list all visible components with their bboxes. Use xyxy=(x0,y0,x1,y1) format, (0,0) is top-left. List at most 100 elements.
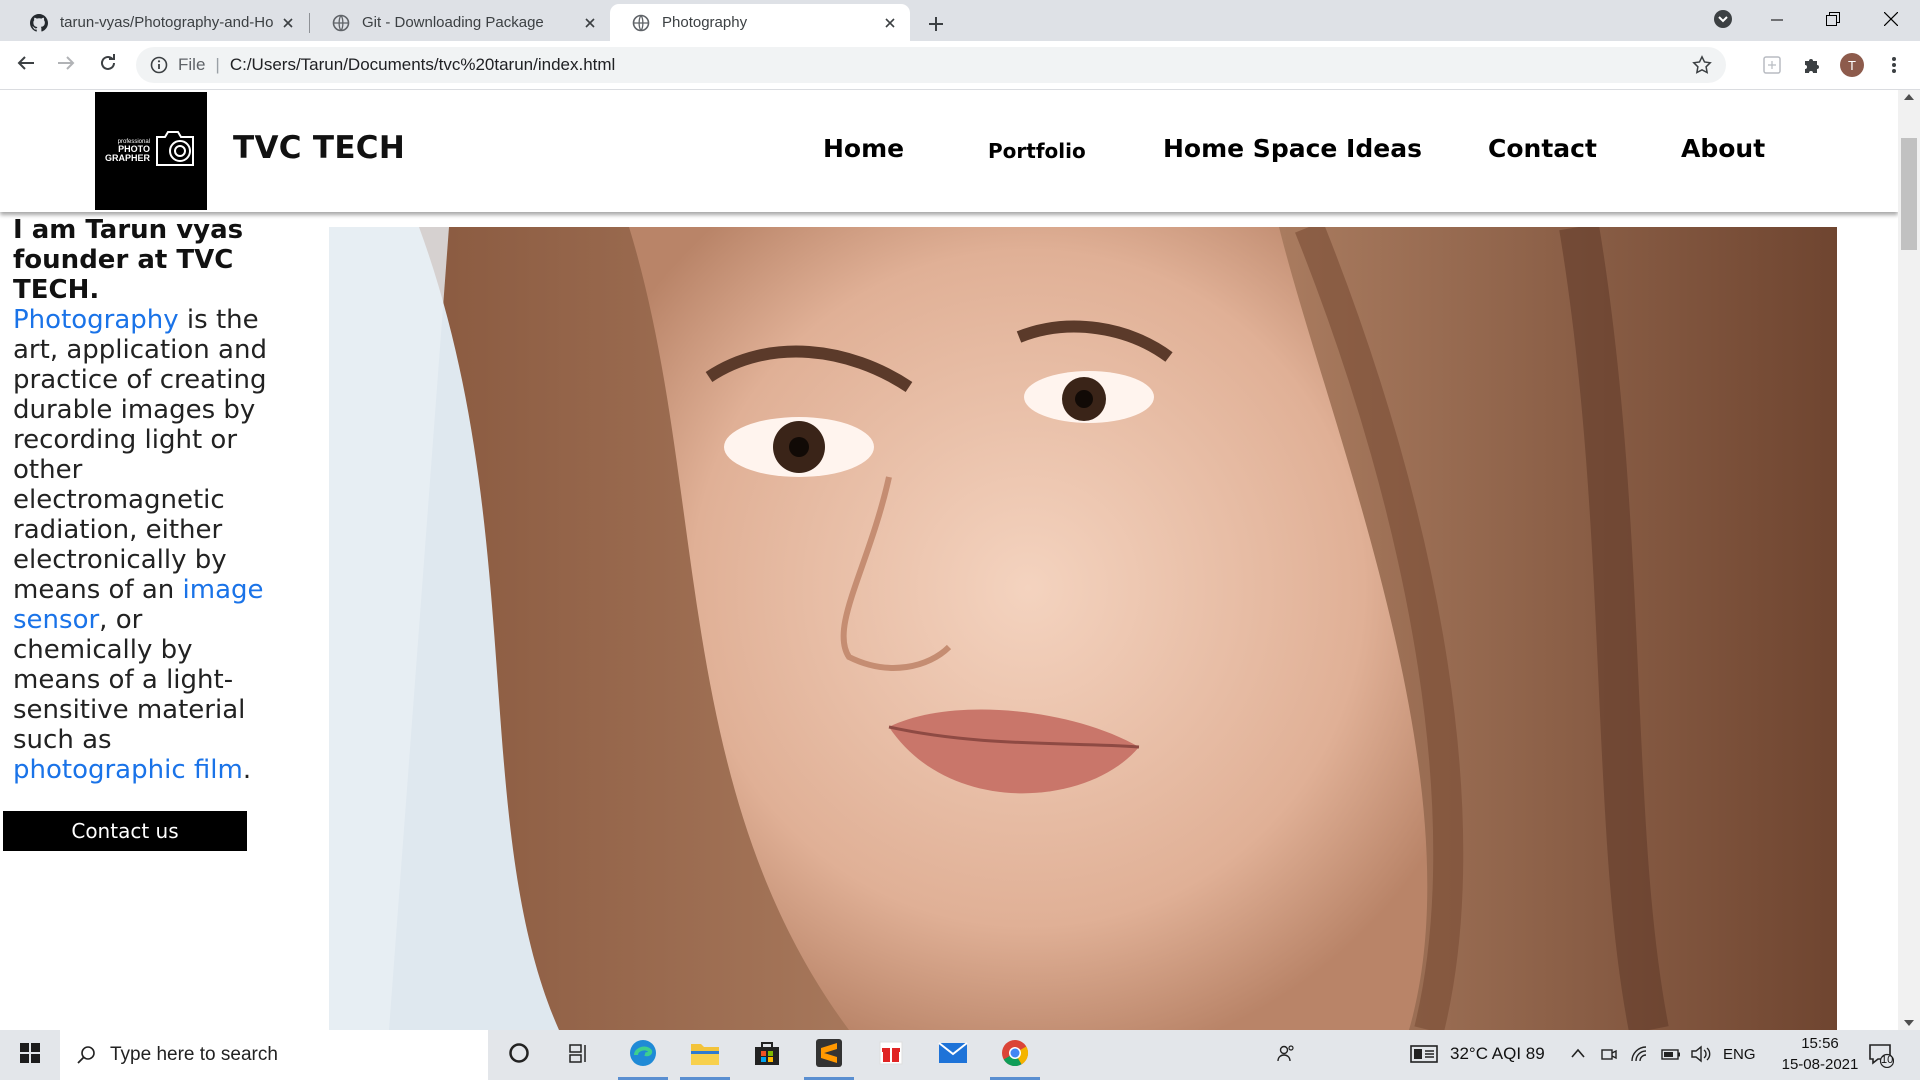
menu-dots-icon[interactable] xyxy=(1882,53,1906,77)
minimize-icon xyxy=(1771,11,1783,30)
taskbar-search-box[interactable]: Type here to search xyxy=(60,1030,488,1080)
intro-paragraph: Photography is the art, application and … xyxy=(13,305,273,785)
extension-icon[interactable] xyxy=(1760,53,1784,77)
reload-button[interactable] xyxy=(92,49,124,81)
tab-github[interactable]: tarun-vyas/Photography-and-Ho xyxy=(8,4,308,41)
scroll-down-arrow-icon[interactable] xyxy=(1904,1020,1914,1026)
nav-contact[interactable]: Contact xyxy=(1488,134,1597,163)
contact-us-button[interactable]: Contact us xyxy=(3,811,247,851)
tab-title: Photography xyxy=(662,14,748,31)
taskbar-app-store[interactable] xyxy=(738,1030,796,1080)
logo-line: GRAPHER xyxy=(104,153,150,163)
close-icon[interactable] xyxy=(578,11,602,35)
task-view-icon xyxy=(568,1042,590,1068)
browser-tab-strip: tarun-vyas/Photography-and-Ho Git - Down… xyxy=(0,0,1920,41)
tab-git-download[interactable]: Git - Downloading Package xyxy=(310,4,610,41)
forward-arrow-icon xyxy=(57,54,75,76)
taskbar-app-file-explorer[interactable] xyxy=(676,1030,734,1080)
camera-icon xyxy=(153,129,197,173)
taskbar-app-chrome[interactable] xyxy=(986,1030,1044,1080)
puzzle-icon[interactable] xyxy=(1800,53,1824,77)
intro-text: is the art, application and practice of … xyxy=(13,305,267,605)
close-icon[interactable] xyxy=(878,11,902,35)
clock-date[interactable]: 15-08-2021 xyxy=(1770,1056,1870,1073)
chrome-icon xyxy=(1000,1038,1030,1072)
cortana-button[interactable] xyxy=(490,1030,548,1080)
taskbar-app-edge[interactable] xyxy=(614,1030,672,1080)
search-icon xyxy=(77,1046,95,1064)
brand-name[interactable]: TVC TECH xyxy=(233,130,405,166)
restore-button[interactable] xyxy=(1804,0,1862,41)
reload-icon xyxy=(99,54,117,76)
photographic-film-link[interactable]: photographic film xyxy=(13,755,243,785)
address-bar[interactable]: File | C:/Users/Tarun/Documents/tvc%20ta… xyxy=(136,47,1726,83)
language-indicator[interactable]: ENG xyxy=(1723,1046,1756,1063)
taskbar-app-gift[interactable] xyxy=(862,1030,920,1080)
task-view-button[interactable] xyxy=(550,1030,608,1080)
search-placeholder: Type here to search xyxy=(110,1044,278,1065)
sublime-text-icon xyxy=(815,1038,843,1072)
photography-link[interactable]: Photography xyxy=(13,305,179,335)
folder-icon xyxy=(690,1040,720,1070)
weather-readout[interactable]: 32°C AQI 89 xyxy=(1450,1044,1545,1064)
url-text[interactable]: C:/Users/Tarun/Documents/tvc%20tarun/ind… xyxy=(230,55,616,75)
cortana-icon xyxy=(508,1042,530,1068)
tab-title: Git - Downloading Package xyxy=(362,14,544,31)
restore-icon xyxy=(1826,11,1840,30)
notification-count: 10 xyxy=(1881,1054,1894,1066)
windows-taskbar: Type here to search 32°C AQI 89 ENG 15:5… xyxy=(0,1030,1920,1080)
nav-home-space-ideas[interactable]: Home Space Ideas xyxy=(1163,134,1422,163)
close-icon xyxy=(1883,11,1899,30)
github-icon xyxy=(30,13,48,32)
profile-avatar[interactable]: T xyxy=(1840,53,1864,77)
page-scrollbar[interactable] xyxy=(1898,90,1920,1030)
scroll-up-arrow-icon[interactable] xyxy=(1904,94,1914,100)
store-bag-icon xyxy=(753,1039,781,1071)
site-logo[interactable]: professional PHOTO GRAPHER xyxy=(95,92,207,210)
site-header: professional PHOTO GRAPHER TVC TECH Home… xyxy=(0,90,1898,212)
close-window-button[interactable] xyxy=(1862,0,1920,41)
weather-icon[interactable] xyxy=(1410,1045,1438,1068)
volume-icon[interactable] xyxy=(1690,1045,1712,1068)
intro-text: . xyxy=(242,755,252,785)
people-icon[interactable] xyxy=(1276,1044,1296,1069)
url-scheme-label: File xyxy=(178,55,206,74)
chevron-down-icon xyxy=(1713,9,1733,33)
url-separator: | xyxy=(215,55,220,74)
page-viewport: professional PHOTO GRAPHER TVC TECH Home… xyxy=(0,90,1898,1030)
wifi-icon[interactable] xyxy=(1630,1045,1648,1068)
mail-icon xyxy=(938,1042,968,1068)
taskbar-app-mail[interactable] xyxy=(924,1030,982,1080)
close-icon[interactable] xyxy=(276,11,300,35)
chevron-up-icon[interactable] xyxy=(1570,1046,1586,1064)
intro-sidebar: I am Tarun vyas founder at TVC TECH. Pho… xyxy=(13,215,273,785)
nav-portfolio[interactable]: Portfolio xyxy=(988,139,1086,163)
windows-logo-icon xyxy=(20,1043,40,1067)
bookmark-star-icon[interactable] xyxy=(1692,55,1712,75)
minimize-button[interactable] xyxy=(1748,0,1806,41)
battery-icon[interactable] xyxy=(1660,1045,1682,1068)
forward-button[interactable] xyxy=(50,49,82,81)
edge-icon xyxy=(628,1038,658,1072)
nav-home[interactable]: Home xyxy=(823,134,904,163)
back-button[interactable] xyxy=(10,49,42,81)
back-arrow-icon xyxy=(17,54,35,76)
logo-wordmark: professional PHOTO GRAPHER xyxy=(105,139,150,163)
info-icon[interactable] xyxy=(150,56,168,74)
tab-title: tarun-vyas/Photography-and-Ho xyxy=(60,14,274,31)
nav-about[interactable]: About xyxy=(1681,134,1765,163)
globe-icon xyxy=(332,14,350,32)
hero-portrait-image xyxy=(329,227,1837,1030)
new-tab-button[interactable] xyxy=(922,10,950,38)
meet-now-icon[interactable] xyxy=(1600,1045,1618,1068)
start-button[interactable] xyxy=(0,1030,60,1080)
intro-heading: I am Tarun vyas founder at TVC TECH. xyxy=(13,215,244,305)
scroll-thumb[interactable] xyxy=(1901,138,1917,250)
tab-photography[interactable]: Photography xyxy=(610,4,910,41)
portrait-illustration xyxy=(329,227,1837,1030)
browser-toolbar: File | C:/Users/Tarun/Documents/tvc%20ta… xyxy=(0,41,1920,90)
clock-time[interactable]: 15:56 xyxy=(1790,1035,1850,1052)
tab-search-button[interactable] xyxy=(1694,0,1752,41)
taskbar-app-sublime-text[interactable] xyxy=(800,1030,858,1080)
gift-icon xyxy=(878,1040,904,1070)
